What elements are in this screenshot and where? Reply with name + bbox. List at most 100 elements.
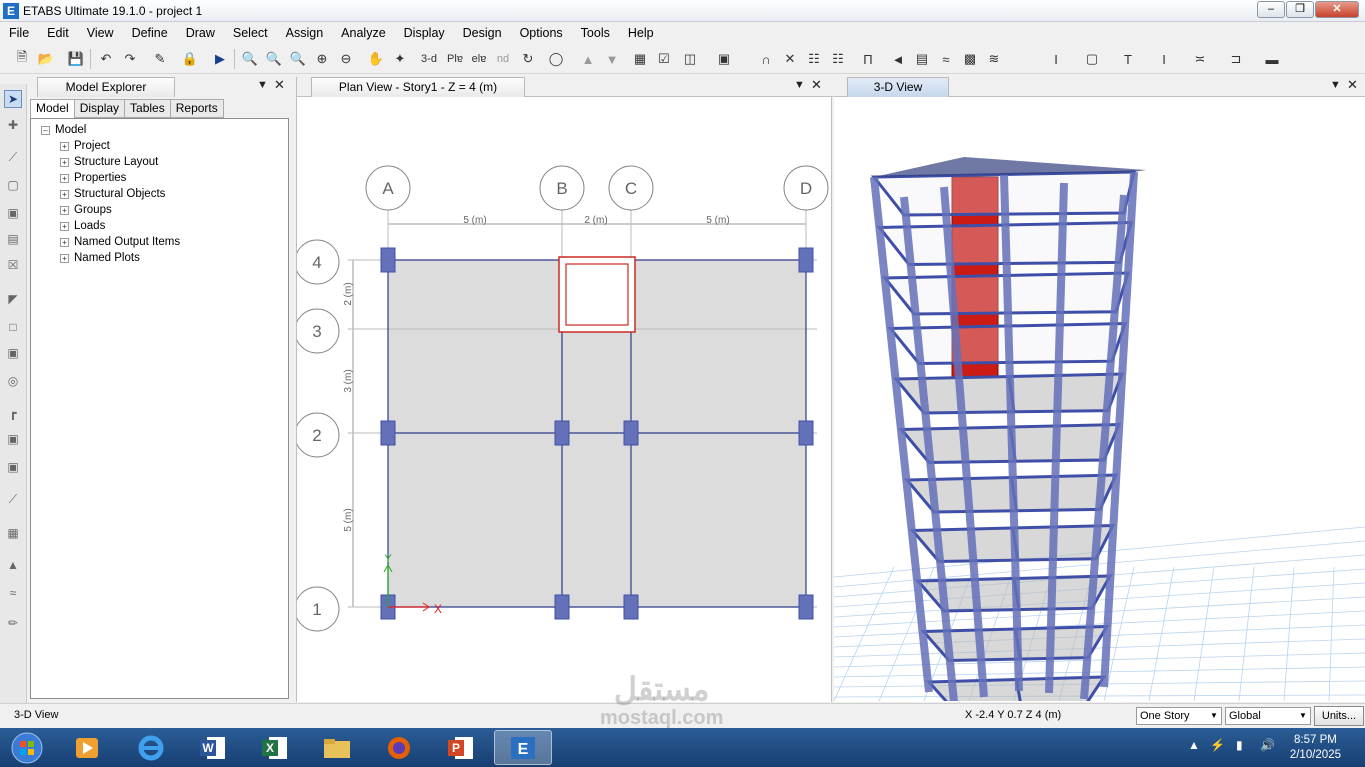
menu-assign[interactable]: Assign [277, 26, 333, 40]
menu-file[interactable]: File [0, 26, 38, 40]
menu-design[interactable]: Design [454, 26, 511, 40]
menu-display[interactable]: Display [395, 26, 454, 40]
menu-tools[interactable]: Tools [572, 26, 619, 40]
tab-reports[interactable]: Reports [169, 99, 224, 118]
taskbar-excel[interactable]: X [246, 730, 304, 765]
draw-beam-icon[interactable]: ▢ [4, 176, 22, 194]
perspective-icon[interactable]: ◯ [546, 49, 566, 69]
section-deck-icon[interactable]: ≍ [1190, 49, 1210, 69]
menu-select[interactable]: Select [224, 26, 277, 40]
taskbar-word[interactable]: W [184, 730, 242, 765]
select-tool-icon[interactable]: ▦ [630, 49, 650, 69]
expand-icon[interactable]: + [60, 205, 69, 215]
close-button[interactable]: ✕ [1315, 1, 1359, 18]
coordinate-system-select[interactable]: Global ▼ [1225, 707, 1311, 725]
expand-icon[interactable]: + [60, 189, 69, 199]
tree-item-named-plots[interactable]: + Named Plots [60, 250, 140, 266]
menu-define[interactable]: Define [123, 26, 177, 40]
draw-secondary-beam-icon[interactable]: ▤ [4, 230, 22, 248]
system-clock[interactable]: 8:57 PM 2/10/2025 [1290, 733, 1341, 763]
menu-edit[interactable]: Edit [38, 26, 78, 40]
plan-view-canvas[interactable]: 5 (m) 2 (m) 5 (m) 2 (m) 3 (m) 5 (m) A B … [297, 97, 833, 701]
joint-icon[interactable]: ◄ [888, 49, 908, 69]
3d-dropdown-icon[interactable]: ▼ [1330, 79, 1341, 91]
menu-analyze[interactable]: Analyze [332, 26, 394, 40]
draw-circle-icon[interactable]: ◎ [4, 372, 22, 390]
draw-rect-floor-icon[interactable]: □ [4, 318, 22, 336]
plan-close-icon[interactable]: ✕ [811, 77, 822, 93]
section-box-icon[interactable]: ▢ [1082, 49, 1102, 69]
tree-root[interactable]: – Model [41, 122, 86, 138]
start-button[interactable] [0, 730, 54, 765]
wall-icon[interactable]: ▤ [912, 49, 932, 69]
checkbox-tool-icon[interactable]: ☑ [654, 49, 674, 69]
draw-tendon-icon[interactable]: ≈ [4, 584, 22, 602]
lock-icon[interactable]: 🔒 [180, 49, 200, 69]
nd-view-button[interactable]: nd [492, 49, 514, 69]
expand-icon[interactable]: + [60, 141, 69, 151]
draw-brace-icon[interactable]: ☒ [4, 256, 22, 274]
section-channel-icon[interactable]: ⊐ [1226, 49, 1246, 69]
tray-power-icon[interactable]: ⚡ [1210, 738, 1225, 752]
tendon-icon[interactable]: ≋ [984, 49, 1004, 69]
expand-icon[interactable]: + [60, 253, 69, 263]
measure-icon[interactable]: ✦ [390, 49, 410, 69]
zoom-previous-icon[interactable]: 🔍 [264, 49, 284, 69]
restore-button[interactable]: ❐ [1286, 1, 1314, 18]
taskbar-internet-explorer[interactable] [122, 730, 180, 765]
expand-icon[interactable]: + [60, 221, 69, 231]
expand-icon[interactable]: + [60, 173, 69, 183]
plan-dropdown-icon[interactable]: ▼ [794, 79, 805, 91]
draw-floor-icon[interactable]: ◤ [4, 290, 22, 308]
tab-tables[interactable]: Tables [124, 99, 171, 118]
expand-icon[interactable]: + [60, 157, 69, 167]
plan-view-button[interactable]: Plɐ [444, 49, 466, 69]
tray-volume-icon[interactable]: 🔊 [1260, 738, 1275, 752]
pointer-select-icon[interactable]: ➤ [4, 90, 22, 108]
tray-network-icon[interactable]: ▮ [1236, 738, 1243, 752]
tab-model[interactable]: Model [30, 99, 75, 119]
move-down-icon[interactable]: ▼ [602, 49, 622, 69]
pan-icon[interactable]: ✋ [366, 49, 386, 69]
tree-item-structural-objects[interactable]: + Structural Objects [60, 186, 165, 202]
3d-close-icon[interactable]: ✕ [1347, 77, 1358, 93]
undo-icon[interactable]: ↶ [96, 49, 116, 69]
joist-icon[interactable]: ☷ [828, 49, 848, 69]
taskbar-powerpoint[interactable]: P [432, 730, 490, 765]
taskbar-media-player[interactable] [58, 730, 116, 765]
collapse-icon[interactable]: – [41, 125, 50, 135]
pencil-icon[interactable]: ✎ [150, 49, 170, 69]
zoom-out-icon[interactable]: ⊖ [336, 49, 356, 69]
draw-wall-click-icon[interactable]: ▣ [4, 430, 22, 448]
draw-grid-icon[interactable]: ▦ [4, 524, 22, 542]
frame-icon[interactable]: Π [858, 49, 878, 69]
units-button[interactable]: Units... [1314, 706, 1364, 726]
zoom-in-icon[interactable]: ⊕ [312, 49, 332, 69]
run-analysis-icon[interactable]: ▶ [210, 49, 230, 69]
expand-icon[interactable]: + [60, 237, 69, 247]
reshape-icon[interactable]: ✚ [4, 116, 22, 134]
story-select[interactable]: One Story ▼ [1136, 707, 1222, 725]
object-shrink-icon[interactable]: ◫ [680, 49, 700, 69]
save-icon[interactable]: 💾 [66, 49, 86, 69]
minimize-button[interactable]: – [1257, 1, 1285, 18]
tree-item-loads[interactable]: + Loads [60, 218, 105, 234]
open-model-icon[interactable]: 📂 [36, 49, 56, 69]
tab-display[interactable]: Display [73, 99, 126, 118]
menu-help[interactable]: Help [619, 26, 663, 40]
menu-draw[interactable]: Draw [177, 26, 224, 40]
redo-icon[interactable]: ↷ [120, 49, 140, 69]
draw-frame-icon[interactable]: ⟋ [4, 148, 22, 166]
move-up-icon[interactable]: ▲ [578, 49, 598, 69]
draw-wall-icon[interactable]: ┏ [4, 404, 22, 422]
beam-icon[interactable]: ☷ [804, 49, 824, 69]
draw-link-icon[interactable]: ⟋ [4, 490, 22, 508]
draw-dimension-icon[interactable]: ▲ [4, 556, 22, 574]
rotate-view-icon[interactable]: ↻ [518, 49, 538, 69]
elevation-view-button[interactable]: elɐ [468, 49, 490, 69]
view-3d-button[interactable]: 3-d [418, 49, 440, 69]
draw-opening-icon[interactable]: ▣ [4, 458, 22, 476]
menu-options[interactable]: Options [511, 26, 572, 40]
explorer-dropdown-icon[interactable]: ▼ [257, 79, 268, 91]
link-icon[interactable]: ≈ [936, 49, 956, 69]
